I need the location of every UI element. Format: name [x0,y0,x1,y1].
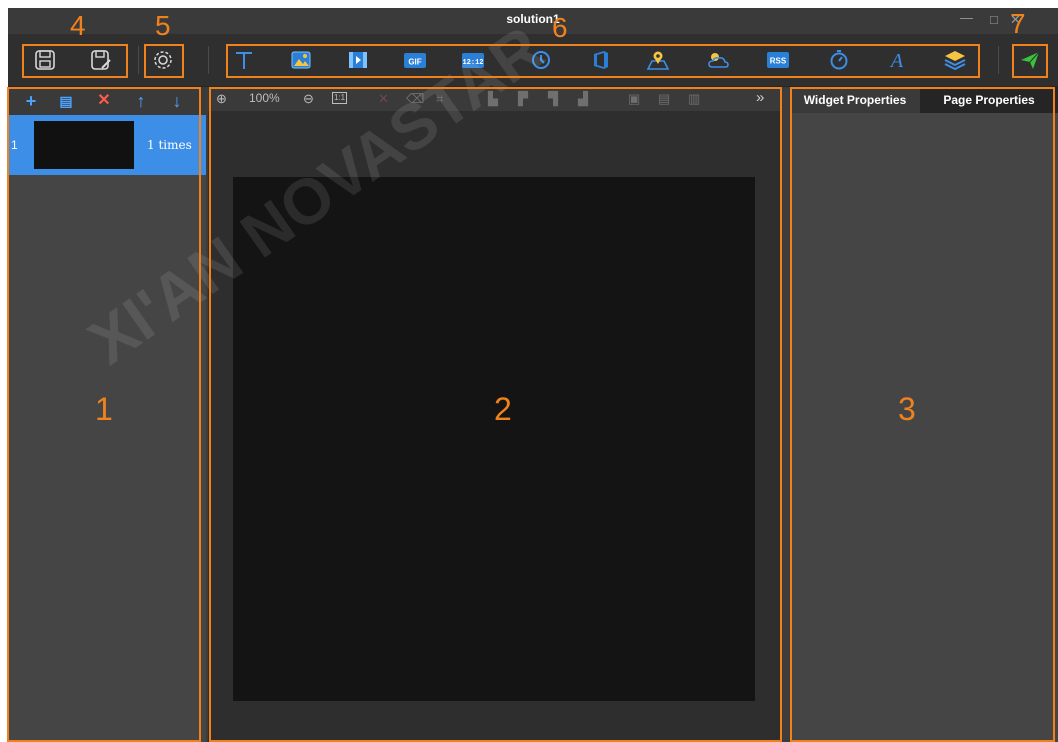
annotation-box-save [22,44,128,78]
region-label: 3 [898,391,916,427]
toolbar-separator [138,46,139,74]
region-label: 2 [494,391,512,427]
annotation-box-publish [1012,44,1048,78]
annotation-box-properties [790,87,1055,742]
callout-number: 4 [70,10,86,41]
callout-number: 7 [1010,8,1026,39]
minimize-button[interactable]: — [960,11,973,25]
toolbar-separator [208,46,209,74]
maximize-button[interactable]: □ [990,13,998,27]
annotation-box-settings [144,44,184,78]
annotation-box-widgets [226,44,980,78]
region-label: 1 [95,391,113,427]
callout-number: 6 [552,12,568,43]
toolbar-separator [998,46,999,74]
callout-number: 5 [155,10,171,41]
